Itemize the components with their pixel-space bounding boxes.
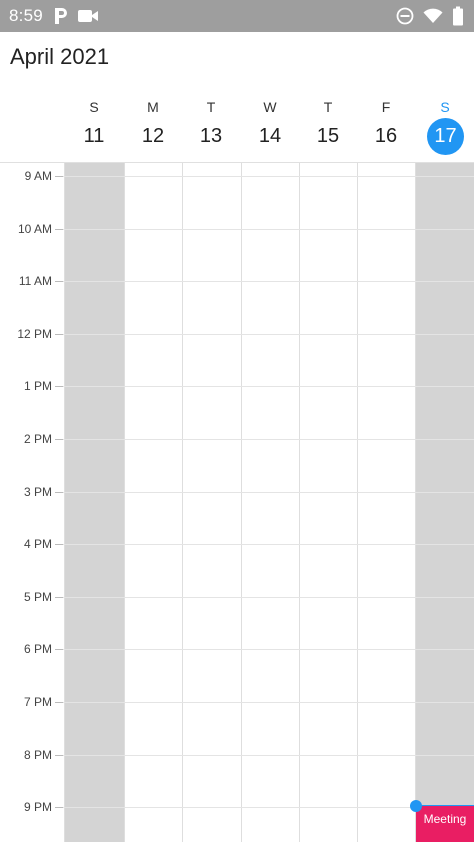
- hour-gridline: [57, 439, 474, 440]
- day-number: 15: [316, 125, 340, 147]
- hour-tick: [55, 649, 63, 650]
- hour-gridline: [57, 649, 474, 650]
- hour-label: 11 AM: [18, 274, 52, 288]
- video-camera-icon: [77, 8, 99, 24]
- day-letter: W: [263, 99, 277, 115]
- hour-gridline: [57, 492, 474, 493]
- day-header-saturday-today[interactable]: S 17: [416, 90, 474, 162]
- week-grid[interactable]: 9 AM 10 AM 11 AM 12 PM 1 PM 2 PM 3 PM 4 PM 5 PM 6…: [0, 163, 474, 842]
- battery-icon: [452, 6, 464, 26]
- hour-tick: [55, 702, 63, 703]
- hour-gridline: [57, 597, 474, 598]
- column-divider: [124, 163, 125, 842]
- day-header-wednesday[interactable]: W 14: [241, 90, 299, 162]
- day-number: 12: [141, 125, 165, 147]
- hour-label: 4 PM: [23, 537, 52, 551]
- status-time: 8:59: [9, 6, 43, 25]
- hour-gridline: [57, 544, 474, 545]
- hour-tick: [55, 544, 63, 545]
- hour-tick: [55, 281, 63, 282]
- today-indicator: 17: [427, 118, 464, 155]
- day-letter: F: [381, 99, 391, 115]
- day-header-sunday[interactable]: S 11: [65, 90, 123, 162]
- column-divider: [415, 163, 416, 842]
- hour-label: 3 PM: [23, 485, 52, 499]
- hour-tick: [55, 334, 63, 335]
- event-meeting[interactable]: Meeting: [416, 806, 474, 842]
- hour-gridline: [57, 386, 474, 387]
- hour-gridline: [57, 702, 474, 703]
- status-left-icons: [53, 7, 99, 25]
- day-number: 16: [374, 125, 398, 147]
- hour-tick: [55, 229, 63, 230]
- week-header: S 11 M 12 T 13 W 14 T 15 F 16 S 17: [0, 90, 474, 162]
- status-right-icons: [396, 0, 464, 32]
- hour-tick: [55, 807, 63, 808]
- hour-label: 2 PM: [23, 432, 52, 446]
- weekend-column-saturday[interactable]: [416, 163, 474, 842]
- day-letter: M: [147, 99, 159, 115]
- day-number: 11: [83, 125, 105, 147]
- day-letter: T: [206, 99, 216, 115]
- day-header-monday[interactable]: M 12: [124, 90, 182, 162]
- day-letter: T: [323, 99, 333, 115]
- hour-tick: [55, 492, 63, 493]
- day-header-thursday[interactable]: T 15: [299, 90, 357, 162]
- hour-tick: [55, 439, 63, 440]
- hour-label: 7 PM: [23, 695, 52, 709]
- status-bar: 8:59: [0, 0, 474, 32]
- hour-gridline: [57, 281, 474, 282]
- hour-gridline: [57, 334, 474, 335]
- hour-label: 8 PM: [23, 748, 52, 762]
- hour-label: 1 PM: [23, 379, 52, 393]
- day-number: 13: [199, 125, 223, 147]
- column-divider: [299, 163, 300, 842]
- hour-label: 10 AM: [17, 222, 52, 236]
- hour-tick: [55, 176, 63, 177]
- day-number: 14: [258, 125, 282, 147]
- wifi-icon: [423, 8, 443, 24]
- column-divider: [357, 163, 358, 842]
- column-divider: [64, 163, 65, 842]
- weekend-column-sunday[interactable]: [65, 163, 124, 842]
- hour-label: 9 PM: [23, 800, 52, 814]
- hour-label: 6 PM: [23, 642, 52, 656]
- month-title[interactable]: April 2021: [10, 44, 109, 70]
- hour-tick: [55, 755, 63, 756]
- hour-label: 12 PM: [17, 327, 52, 341]
- hour-gridline: [57, 755, 474, 756]
- event-drag-handle[interactable]: [410, 800, 422, 812]
- day-letter: S: [440, 99, 450, 115]
- hour-tick: [55, 386, 63, 387]
- hour-gridline: [57, 176, 474, 177]
- column-divider: [182, 163, 183, 842]
- day-letter: S: [89, 99, 99, 115]
- hour-label: 5 PM: [23, 590, 52, 604]
- hour-label: 9 AM: [24, 169, 52, 183]
- hour-tick: [55, 597, 63, 598]
- day-header-friday[interactable]: F 16: [357, 90, 415, 162]
- day-header-tuesday[interactable]: T 13: [182, 90, 240, 162]
- parking-app-icon: [53, 7, 69, 25]
- do-not-disturb-icon: [396, 7, 414, 25]
- column-divider: [241, 163, 242, 842]
- hour-gridline: [57, 229, 474, 230]
